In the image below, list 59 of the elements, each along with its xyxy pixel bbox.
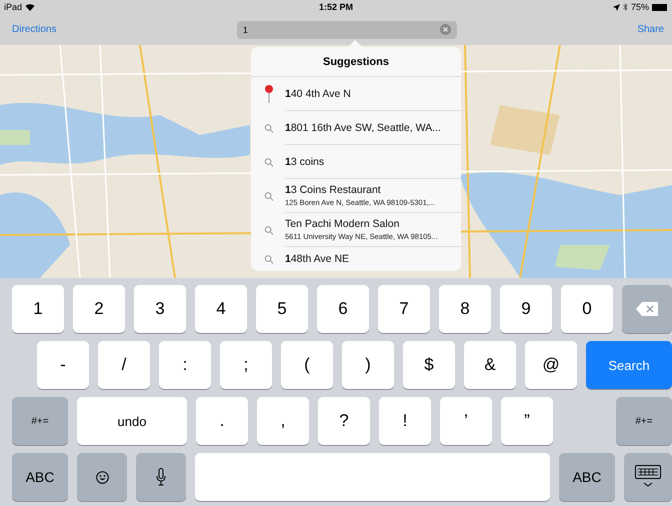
key[interactable]: ) (342, 341, 394, 389)
suggestion-item[interactable]: 148th Ave NE (251, 247, 461, 271)
suggestion-title: 148th Ave NE (285, 253, 350, 265)
hide-keyboard-key[interactable] (624, 453, 672, 501)
delete-key[interactable] (622, 285, 672, 333)
key[interactable]: ! (379, 397, 431, 445)
key[interactable]: 3 (134, 285, 186, 333)
suggestion-item[interactable]: 140 4th Ave N (251, 77, 461, 111)
key[interactable]: ? (318, 397, 370, 445)
key[interactable]: , (257, 397, 309, 445)
suggestions-title: Suggestions (251, 47, 461, 77)
mode-key[interactable]: ABC (12, 453, 68, 501)
status-time: 1:52 PM (319, 2, 353, 12)
mode-key[interactable]: ABC (559, 453, 615, 501)
bluetooth-icon (622, 3, 628, 11)
suggestion-title: 1801 16th Ave SW, Seattle, WA... (285, 122, 442, 134)
mode-key[interactable]: #+= (12, 397, 68, 445)
key[interactable]: : (159, 341, 211, 389)
key[interactable]: 4 (195, 285, 247, 333)
suggestion-title: 140 4th Ave N (285, 88, 352, 100)
keyboard-down-icon (635, 465, 661, 489)
dictation-key[interactable] (136, 453, 186, 501)
search-field[interactable]: 1 (236, 20, 457, 38)
key[interactable]: ( (281, 341, 333, 389)
key[interactable]: 9 (500, 285, 552, 333)
key[interactable]: @ (525, 341, 577, 389)
key[interactable]: - (37, 341, 89, 389)
key[interactable]: 8 (439, 285, 491, 333)
key[interactable]: / (98, 341, 150, 389)
suggestion-item[interactable]: 13 coins (251, 145, 461, 179)
undo-key[interactable]: undo (77, 397, 187, 445)
emoji-key[interactable] (77, 453, 127, 501)
key[interactable]: 5 (256, 285, 308, 333)
key[interactable]: 6 (317, 285, 369, 333)
key[interactable]: ” (501, 397, 553, 445)
wifi-icon (25, 3, 36, 11)
key[interactable]: ’ (440, 397, 492, 445)
key[interactable]: 7 (378, 285, 430, 333)
key[interactable]: ; (220, 341, 272, 389)
microphone-icon (156, 468, 166, 486)
key[interactable]: $ (403, 341, 455, 389)
battery-percentage: 75% (630, 2, 649, 12)
suggestion-title: 13 coins (285, 156, 326, 168)
mode-key[interactable]: #+= (616, 397, 672, 445)
search-key[interactable]: Search (586, 341, 672, 389)
key[interactable]: 0 (561, 285, 613, 333)
location-arrow-icon (612, 4, 620, 10)
device-name: iPad (4, 2, 22, 12)
battery-icon (652, 4, 668, 10)
key[interactable]: 1 (12, 285, 64, 333)
clear-icon[interactable] (440, 24, 451, 35)
smiley-icon (96, 470, 108, 484)
suggestion-title: 13 Coins Restaurant (285, 184, 382, 196)
suggestion-item[interactable]: 1801 16th Ave SW, Seattle, WA... (251, 111, 461, 145)
key[interactable]: . (196, 397, 248, 445)
suggestion-title: Ten Pachi Modern Salon (285, 218, 400, 230)
key[interactable]: 2 (73, 285, 125, 333)
delete-icon (636, 302, 658, 316)
key[interactable]: & (464, 341, 516, 389)
